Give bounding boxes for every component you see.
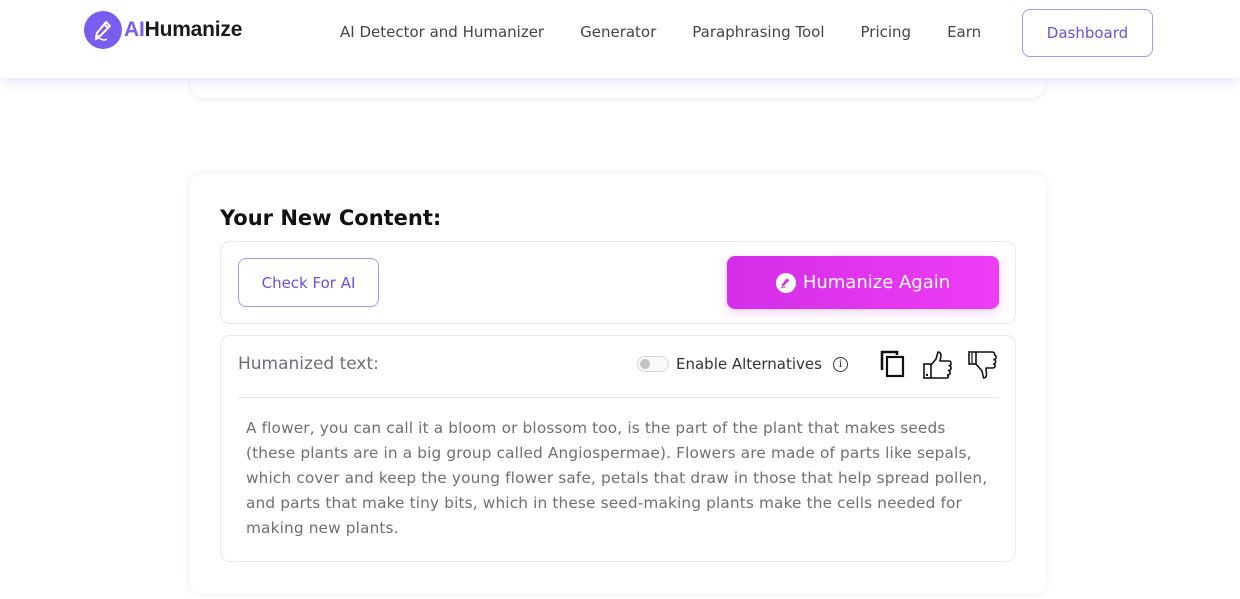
logo-prefix: AI: [124, 18, 145, 41]
thumbs-up-icon[interactable]: [922, 350, 954, 384]
thumbs-down-icon[interactable]: [967, 350, 999, 384]
nav-links: AI Detector and Humanizer Generator Para…: [340, 22, 981, 42]
action-bar: Check For AI Humanize Again: [220, 241, 1016, 324]
nav-link-ai-detector[interactable]: AI Detector and Humanizer: [340, 22, 544, 42]
logo[interactable]: AIHumanize: [84, 11, 242, 49]
humanize-again-label: Humanize Again: [802, 272, 951, 293]
humanized-text-label: Humanized text:: [238, 354, 379, 374]
copy-icon[interactable]: [880, 350, 906, 382]
top-navbar: AIHumanize AI Detector and Humanizer Gen…: [0, 0, 1240, 78]
pencil-icon: [84, 11, 122, 49]
new-content-card: Your New Content: Check For AI Humanize …: [189, 174, 1046, 594]
logo-suffix: Humanize: [144, 18, 243, 41]
info-icon[interactable]: i: [833, 357, 848, 372]
nav-link-earn[interactable]: Earn: [947, 22, 981, 42]
section-title: Your New Content:: [220, 206, 442, 230]
nav-link-pricing[interactable]: Pricing: [861, 22, 912, 42]
toggle-knob: [640, 359, 650, 369]
humanized-output-panel: Humanized text: Enable Alternatives i A …: [220, 335, 1016, 562]
nav-link-paraphrasing-tool[interactable]: Paraphrasing Tool: [692, 22, 824, 42]
dashboard-button[interactable]: Dashboard: [1022, 9, 1153, 57]
check-for-ai-button[interactable]: Check For AI: [238, 258, 379, 307]
pencil-icon: [775, 272, 796, 293]
enable-alternatives-label: Enable Alternatives: [676, 355, 822, 373]
logo-text: AIHumanize: [124, 18, 242, 42]
nav-link-generator[interactable]: Generator: [580, 22, 656, 42]
enable-alternatives-toggle[interactable]: [637, 356, 669, 372]
humanized-text-output[interactable]: A flower, you can call it a bloom or blo…: [246, 416, 996, 541]
humanize-again-button[interactable]: Humanize Again: [727, 256, 999, 309]
divider: [238, 397, 998, 398]
